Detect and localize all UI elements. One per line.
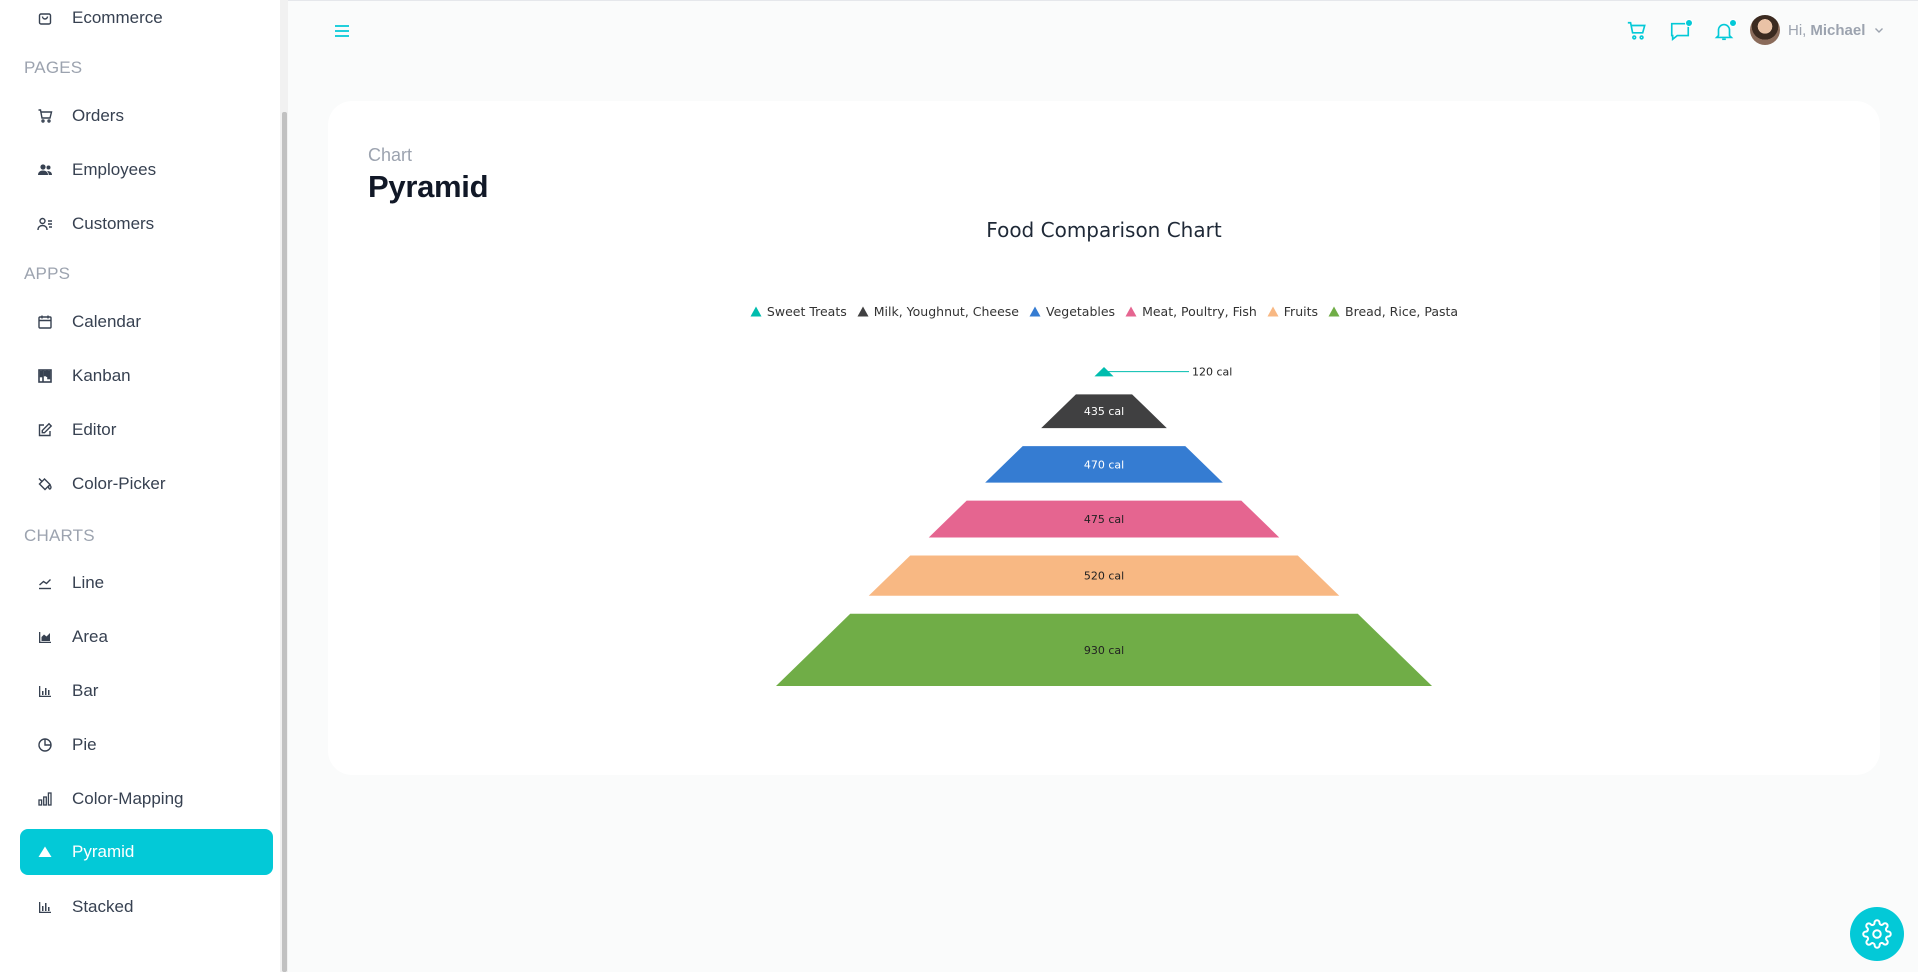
sidebar-item-editor[interactable]: Editor (20, 407, 273, 453)
data-label: 435 cal (1084, 405, 1124, 418)
sidebar-item-label: Calendar (72, 312, 141, 331)
sidebar-section-pages: PAGES (24, 58, 83, 77)
data-label: 475 cal (1084, 513, 1124, 526)
stacked-chart-icon (36, 898, 54, 916)
menu-icon[interactable] (330, 19, 354, 43)
sidebar-section-charts: CHARTS (24, 526, 95, 545)
cart-icon (36, 107, 54, 125)
sidebar-item-ecommerce[interactable]: Ecommerce (20, 0, 273, 41)
edit-icon (36, 421, 54, 439)
bar-chart-icon (36, 682, 54, 700)
sidebar-item-label: Bar (72, 681, 99, 700)
sidebar-item-label: Employees (72, 160, 157, 179)
kanban-icon (36, 367, 54, 385)
sidebar-item-calendar[interactable]: Calendar (20, 299, 273, 345)
gear-icon (1862, 919, 1892, 949)
chevron-down-icon (1875, 28, 1884, 33)
sidebar-section-apps: APPS (24, 264, 71, 283)
pyramid-chart: 120 cal 435 cal 470 cal 475 cal 520 cal 930 c… (776, 366, 1432, 686)
sidebar-item-customers[interactable]: Customers (20, 201, 273, 247)
sidebar-item-label: Pyramid (72, 842, 135, 861)
sidebar-item-label: Color-Mapping (72, 789, 184, 808)
sidebar-scrollbar[interactable] (282, 112, 287, 972)
avatar (1750, 15, 1780, 45)
sidebar-item-label: Customers (72, 214, 155, 233)
pie-chart-icon (36, 736, 54, 754)
data-label: 470 cal (1084, 458, 1124, 471)
sidebar: Ecommerce PAGES Orders Employees Custome… (0, 0, 288, 972)
shopping-bag-icon (36, 9, 54, 27)
sidebar-item-employees[interactable]: Employees (20, 147, 273, 193)
user-name: Michael (1810, 21, 1866, 39)
sidebar-item-area[interactable]: Area (20, 614, 273, 660)
sidebar-item-label: Orders (72, 106, 124, 125)
chart-card: Chart Pyramid Food Comparison Chart Swee… (328, 101, 1880, 775)
settings-button[interactable] (1850, 907, 1904, 961)
chat-icon[interactable] (1666, 17, 1694, 45)
pyramid-icon (36, 843, 54, 861)
sidebar-item-color-mapping[interactable]: Color-Mapping (20, 776, 273, 822)
sidebar-item-stacked[interactable]: Stacked (20, 884, 273, 930)
sidebar-item-label: Editor (72, 420, 117, 439)
notification-dot (1685, 19, 1693, 27)
sidebar-item-color-picker[interactable]: Color-Picker (20, 461, 273, 507)
paint-bucket-icon (36, 475, 54, 493)
sidebar-item-bar[interactable]: Bar (20, 668, 273, 714)
sidebar-item-kanban[interactable]: Kanban (20, 353, 273, 399)
sidebar-item-label: Stacked (72, 897, 134, 916)
greeting: Hi, (1788, 21, 1807, 39)
sidebar-item-orders[interactable]: Orders (20, 93, 273, 139)
sidebar-item-line[interactable]: Line (20, 560, 273, 606)
notification-dot (1729, 19, 1737, 27)
area-chart-icon (36, 628, 54, 646)
bell-icon[interactable] (1710, 17, 1738, 45)
data-label: 520 cal (1084, 570, 1124, 583)
user-profile[interactable]: Hi, Michael (1750, 13, 1885, 47)
sidebar-item-label: Ecommerce (72, 8, 163, 27)
sidebar-item-pyramid[interactable]: Pyramid (20, 829, 273, 875)
calendar-icon (36, 313, 54, 331)
sidebar-item-label: Area (72, 627, 108, 646)
data-label: 930 cal (1084, 644, 1124, 657)
sidebar-item-label: Line (72, 573, 105, 592)
line-chart-icon (36, 574, 54, 592)
sidebar-item-label: Pie (72, 735, 97, 754)
cart-icon[interactable] (1623, 17, 1651, 45)
users-icon (36, 161, 54, 179)
sidebar-item-label: Color-Picker (72, 474, 166, 493)
user-list-icon (36, 215, 54, 233)
sidebar-item-label: Kanban (72, 366, 131, 385)
data-label: 120 cal (1192, 366, 1232, 379)
sidebar-item-pie[interactable]: Pie (20, 722, 273, 768)
color-mapping-icon (36, 790, 54, 808)
top-navbar: Hi, Michael (288, 0, 1918, 62)
